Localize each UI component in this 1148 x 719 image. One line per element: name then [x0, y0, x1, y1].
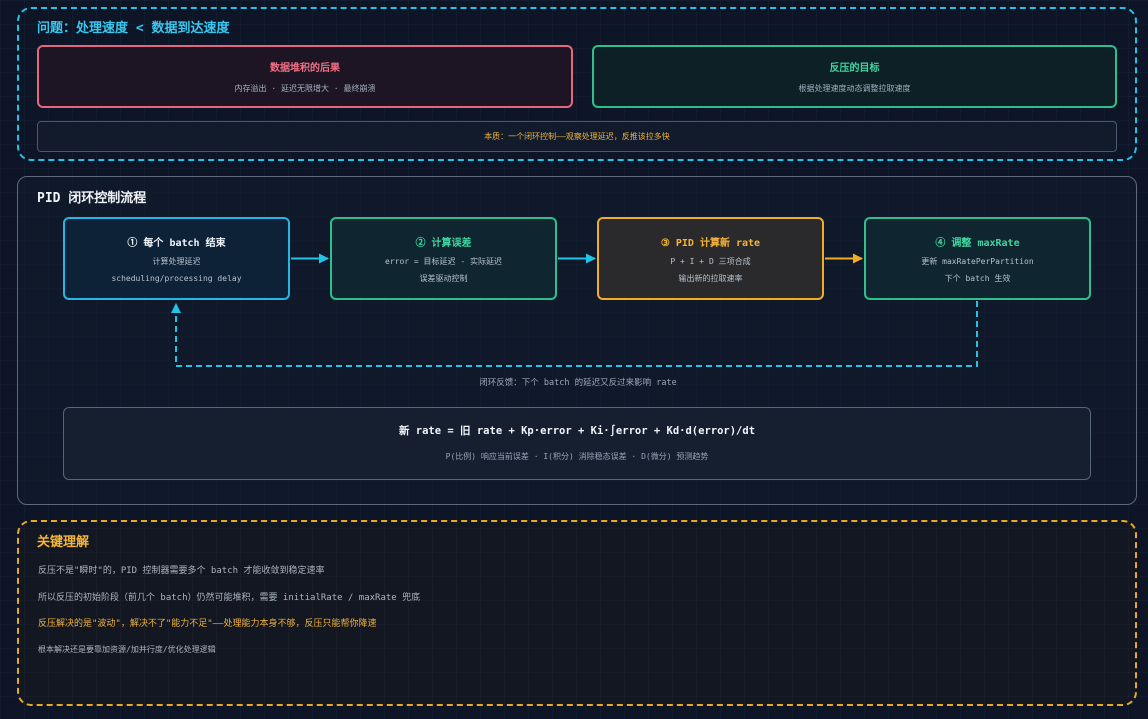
insight-item: 反压不是"瞬时"的，PID 控制器需要多个 batch 才能收敛到稳定速率 — [38, 566, 325, 576]
formula-box — [63, 407, 1091, 480]
goal-desc: 根据处理速度动态调整拉取速度 — [798, 84, 911, 93]
step-line: 误差驱动控制 — [419, 274, 468, 283]
step-line: scheduling/processing delay — [111, 274, 242, 283]
step-compute-error: ② 计算误差 error = 目标延迟 - 实际延迟 误差驱动控制 — [330, 217, 557, 300]
step-line: 输出新的拉取速率 — [678, 274, 743, 283]
essence-banner: 本质：一个闭环控制——观察处理延迟，反推该拉多快 — [37, 121, 1117, 152]
insight-item: 所以反压的初始阶段（前几个 batch）仍然可能堆积，需要 initialRat… — [38, 593, 421, 603]
step-title: ③ PID 计算新 rate — [660, 238, 761, 249]
step-title: ② 计算误差 — [415, 238, 472, 249]
pid-title: PID 闭环控制流程 — [37, 191, 147, 206]
step-line: error = 目标延迟 - 实际延迟 — [385, 257, 502, 266]
insight-item: 根本解决还是要靠加资源/加并行度/优化处理逻辑 — [38, 645, 216, 654]
step-title: ④ 调整 maxRate — [935, 238, 1020, 249]
step-pid-compute-rate: ③ PID 计算新 rate P + I + D 三项合成 输出新的拉取速率 — [597, 217, 824, 300]
step-line: 计算处理延迟 — [152, 257, 201, 266]
formula-note: P(比例) 响应当前误差 · I(积分) 消除稳态误差 · D(微分) 预测趋势 — [445, 452, 709, 461]
key-insights-section — [17, 520, 1137, 706]
feedback-loop-caption: 闭环反馈：下个 batch 的延迟又反过来影响 rate — [479, 378, 677, 388]
consequence-desc: 内存溢出 · 延迟无限增大 · 最终崩溃 — [234, 84, 376, 93]
goal-card: 反压的目标 根据处理速度动态调整拉取速度 — [592, 45, 1117, 108]
goal-title: 反压的目标 — [829, 63, 880, 74]
key-insights-title: 关键理解 — [37, 535, 90, 550]
step-adjust-maxrate: ④ 调整 maxRate 更新 maxRatePerPartition 下个 b… — [864, 217, 1091, 300]
step-title: ① 每个 batch 结束 — [127, 238, 226, 249]
step-line: 更新 maxRatePerPartition — [921, 257, 1034, 266]
step-line: P + I + D 三项合成 — [670, 257, 751, 266]
step-line: 下个 batch 生效 — [944, 274, 1011, 283]
pid-formula: 新 rate = 旧 rate + Kp·error + Ki·∫error +… — [398, 425, 756, 437]
problem-title: 问题：处理速度 < 数据到达速度 — [37, 21, 230, 36]
step-batch-end: ① 每个 batch 结束 计算处理延迟 scheduling/processi… — [63, 217, 290, 300]
consequence-title: 数据堆积的后果 — [270, 63, 340, 74]
insight-item-highlight: 反压解决的是"波动"，解决不了"能力不足"——处理能力本身不够，反压只能帮你降速 — [38, 619, 377, 629]
consequence-card: 数据堆积的后果 内存溢出 · 延迟无限增大 · 最终崩溃 — [37, 45, 573, 108]
